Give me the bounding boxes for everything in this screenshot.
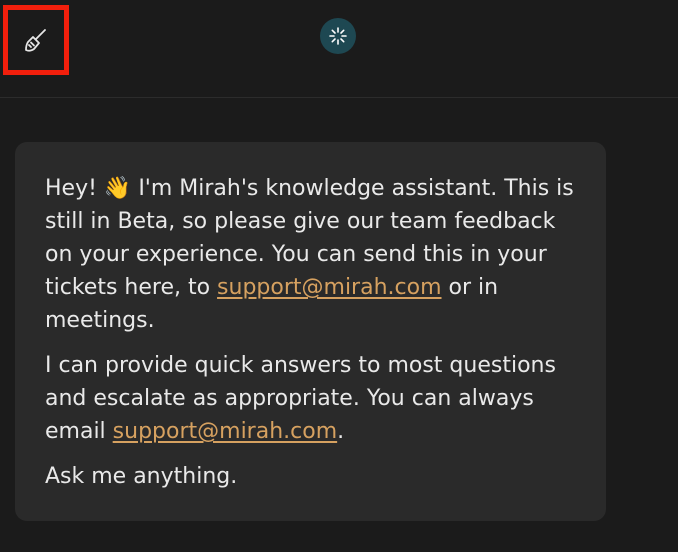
- support-email-link-2[interactable]: support@mirah.com: [113, 419, 337, 444]
- broom-icon: [25, 29, 46, 52]
- waving-hand-emoji: 👋: [103, 176, 132, 201]
- chat-header: [0, 0, 678, 98]
- message-paragraph-1: Hey! 👋 I'm Mirah's knowledge assistant. …: [45, 172, 576, 337]
- message-paragraph-3: Ask me anything.: [45, 464, 238, 489]
- sparkle-logo-icon: [329, 27, 347, 45]
- clear-chat-button[interactable]: [3, 5, 69, 75]
- assistant-logo: [320, 18, 356, 54]
- greeting-text: Hey!: [45, 176, 97, 201]
- message-paragraph-2: I can provide quick answers to most ques…: [45, 349, 576, 448]
- support-email-link[interactable]: support@mirah.com: [217, 275, 441, 300]
- assistant-message-bubble: Hey! 👋 I'm Mirah's knowledge assistant. …: [15, 142, 606, 521]
- chat-page: Hey! 👋 I'm Mirah's knowledge assistant. …: [0, 0, 678, 552]
- escalate-text-end: .: [337, 419, 345, 444]
